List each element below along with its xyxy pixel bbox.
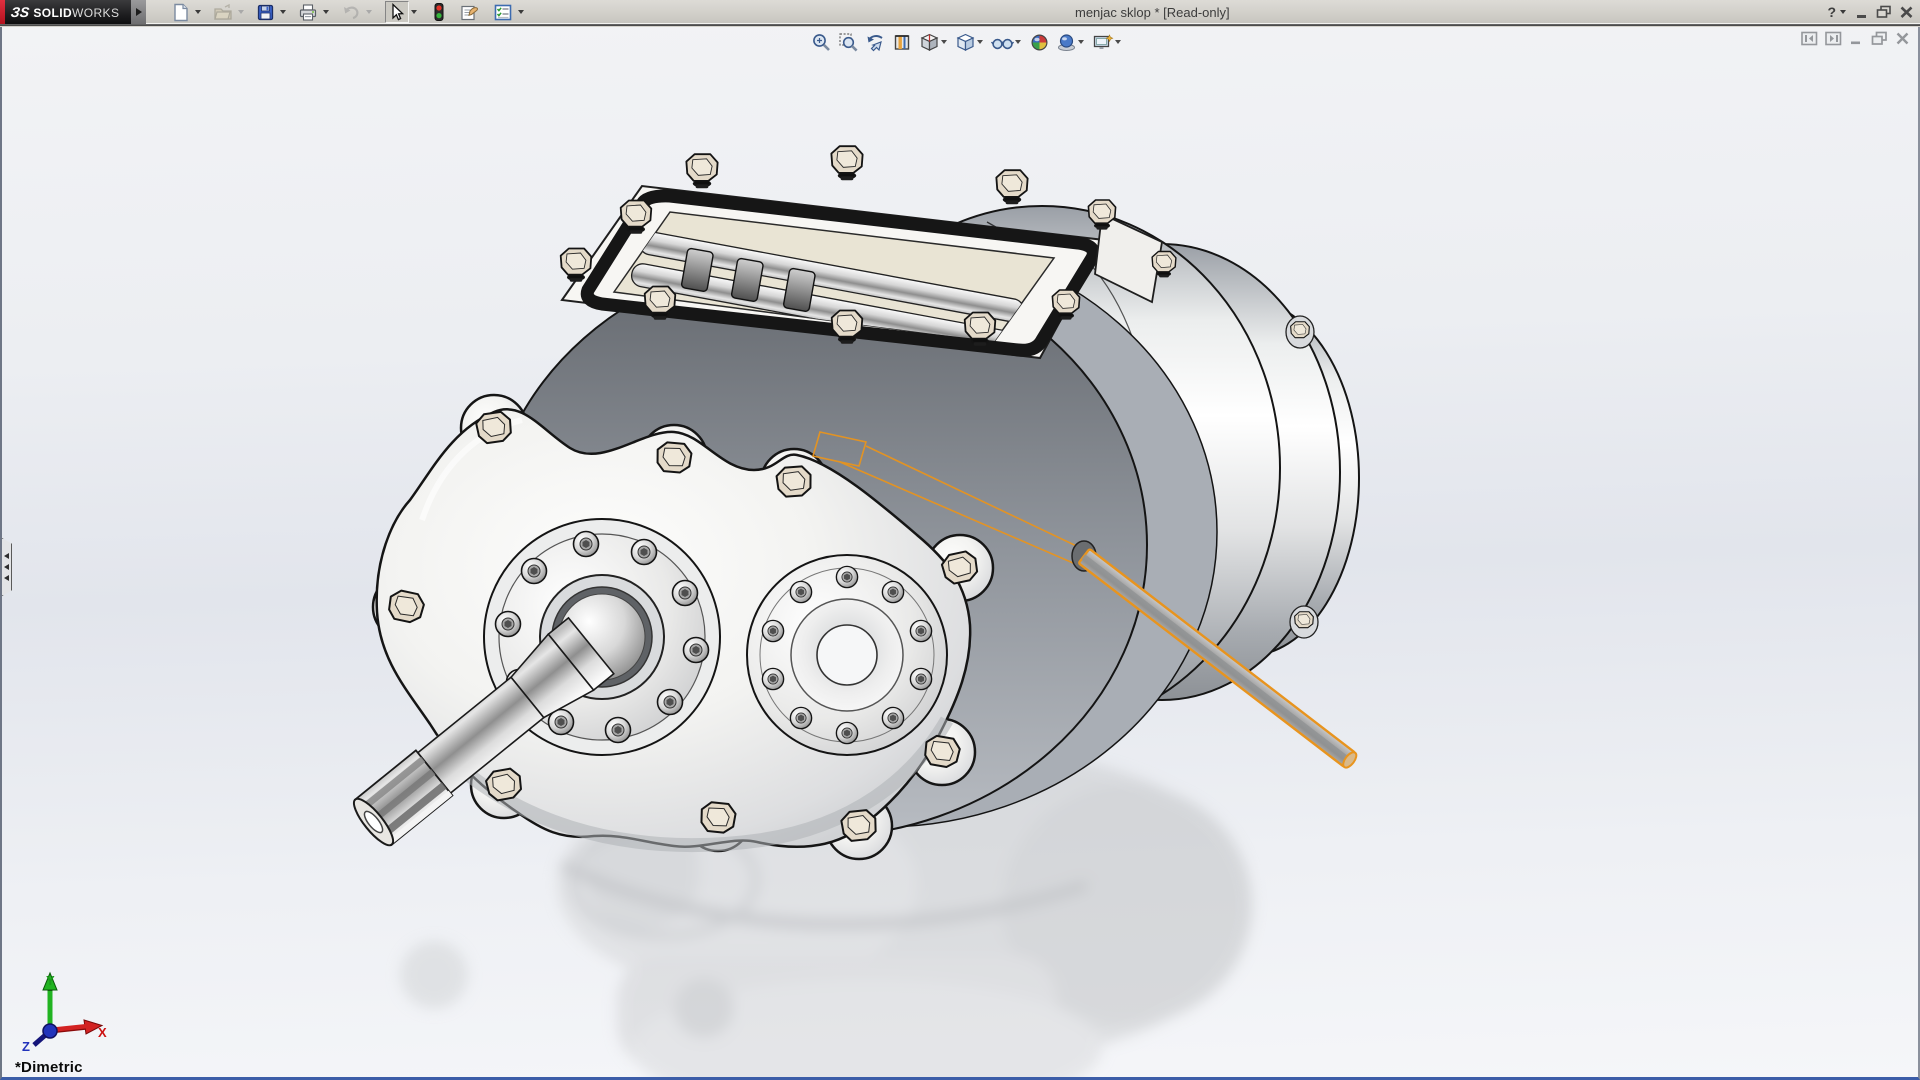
- options-checklist-icon: [493, 3, 513, 22]
- expand-left-pane-button[interactable]: [1825, 31, 1842, 46]
- gearbox-model: [2, 27, 1918, 1077]
- display-style-caret[interactable]: [977, 40, 983, 44]
- new-document-icon: [171, 3, 190, 22]
- apply-scene-button[interactable]: [1053, 30, 1089, 54]
- collapse-arrow-icon: [4, 575, 9, 581]
- right-flange: [747, 555, 947, 755]
- collapse-left-pane-button[interactable]: [1801, 31, 1818, 46]
- print-button[interactable]: [295, 1, 321, 23]
- menu-expand-button[interactable]: [131, 0, 146, 24]
- apply-scene-caret[interactable]: [1078, 40, 1084, 44]
- document-window-controls: [1801, 31, 1910, 46]
- previous-view-icon: [865, 32, 886, 53]
- rebuild-button[interactable]: [429, 1, 449, 23]
- zoom-to-fit-icon: [811, 32, 832, 53]
- view-orientation-label: *Dimetric: [15, 1059, 83, 1076]
- help-dropdown-caret: [1840, 10, 1846, 14]
- new-dropdown-caret[interactable]: [195, 10, 201, 14]
- undo-button[interactable]: [338, 1, 364, 23]
- main-toolbar: [168, 0, 533, 24]
- open-folder-icon: [213, 3, 233, 22]
- collapse-arrow-icon: [4, 564, 9, 570]
- window-controls: ?: [1827, 0, 1914, 24]
- edit-appearance-icon: [1029, 32, 1050, 53]
- traffic-light-icon: [432, 2, 446, 22]
- open-document-button[interactable]: [210, 1, 236, 23]
- brand-works: WORKS: [72, 6, 119, 20]
- document-title: menjac sklop * [Read-only]: [1075, 0, 1230, 24]
- print-icon: [298, 3, 318, 22]
- section-view-button[interactable]: [889, 30, 916, 54]
- file-properties-icon: [459, 3, 480, 22]
- view-settings-caret[interactable]: [1115, 40, 1121, 44]
- restore-icon: [1876, 5, 1892, 19]
- expand-pane-icon: [1825, 31, 1842, 46]
- solidworks-logo: ЗS SOLID WORKS: [0, 0, 131, 24]
- select-cursor-icon: [388, 3, 406, 22]
- close-document-button[interactable]: [1895, 31, 1910, 46]
- view-orientation-icon: [919, 32, 940, 53]
- expand-arrow-icon: [136, 8, 142, 16]
- minimize-icon: [1855, 5, 1869, 19]
- restore-document-button[interactable]: [1871, 31, 1888, 46]
- undo-icon: [341, 3, 361, 22]
- logo-text: ЗS SOLID WORKS: [11, 4, 119, 20]
- apply-scene-icon: [1056, 32, 1077, 53]
- triad-z-label: Z: [22, 1039, 30, 1054]
- view-orientation-caret[interactable]: [941, 40, 947, 44]
- save-button[interactable]: [253, 1, 278, 23]
- help-icon: ?: [1827, 4, 1836, 20]
- new-document-button[interactable]: [168, 1, 193, 23]
- print-dropdown-caret[interactable]: [323, 10, 329, 14]
- help-button[interactable]: ?: [1827, 2, 1848, 22]
- zoom-to-area-icon: [838, 32, 859, 53]
- zoom-to-fit-button[interactable]: [808, 30, 835, 54]
- view-orientation-button[interactable]: [916, 30, 952, 54]
- solidworks-window: ЗS SOLID WORKS: [0, 0, 1920, 1080]
- titlebar-separator: [0, 24, 1920, 26]
- triad-x-label: X: [98, 1025, 107, 1040]
- previous-view-button[interactable]: [862, 30, 889, 54]
- collapse-arrow-icon: [4, 553, 9, 559]
- close-window-button[interactable]: [1899, 2, 1914, 22]
- restore-document-icon: [1871, 31, 1888, 46]
- file-properties-button[interactable]: [456, 1, 483, 23]
- options-button[interactable]: [490, 1, 516, 23]
- minimize-document-icon: [1849, 31, 1864, 46]
- feature-manager-collapsed-tab[interactable]: [2, 538, 12, 596]
- options-dropdown-caret[interactable]: [518, 10, 524, 14]
- hide-show-items-caret[interactable]: [1015, 40, 1021, 44]
- close-icon: [1899, 5, 1914, 19]
- display-style-icon: [955, 32, 976, 53]
- section-view-icon: [892, 32, 913, 53]
- save-dropdown-caret[interactable]: [280, 10, 286, 14]
- edit-appearance-button[interactable]: [1026, 30, 1053, 54]
- select-button[interactable]: [385, 1, 409, 23]
- titlebar: ЗS SOLID WORKS: [0, 0, 1920, 24]
- save-floppy-icon: [256, 3, 275, 22]
- undo-dropdown-caret[interactable]: [366, 10, 372, 14]
- minimize-document-button[interactable]: [1849, 31, 1864, 46]
- view-settings-button[interactable]: [1089, 30, 1126, 54]
- triad-y-label: Y: [46, 973, 55, 988]
- ds-logo-glyph: ЗS: [10, 4, 31, 20]
- display-style-button[interactable]: [952, 30, 988, 54]
- zoom-to-area-button[interactable]: [835, 30, 862, 54]
- hide-show-items-button[interactable]: [988, 30, 1026, 54]
- view-settings-icon: [1092, 32, 1114, 53]
- brand-solid: SOLID: [33, 6, 72, 20]
- restore-window-button[interactable]: [1876, 2, 1892, 22]
- select-dropdown-caret[interactable]: [411, 10, 417, 14]
- graphics-area[interactable]: Y X Z *Dimetric: [0, 27, 1920, 1080]
- glasses-icon: [991, 32, 1014, 53]
- collapse-pane-icon: [1801, 31, 1818, 46]
- close-document-icon: [1895, 31, 1910, 46]
- logo-accent-bar: [0, 0, 5, 24]
- heads-up-view-toolbar: [808, 30, 1126, 54]
- reference-triad: Y X Z: [10, 963, 110, 1055]
- open-dropdown-caret[interactable]: [238, 10, 244, 14]
- minimize-window-button[interactable]: [1855, 2, 1869, 22]
